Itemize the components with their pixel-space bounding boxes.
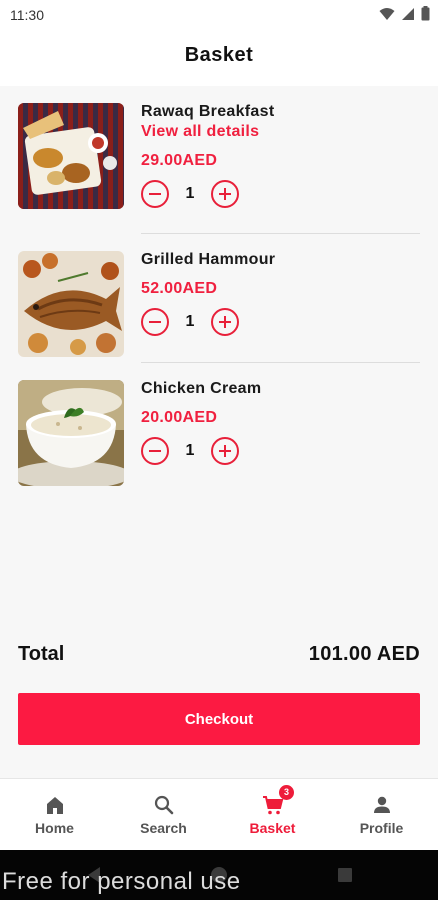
- increase-button[interactable]: [211, 180, 239, 208]
- item-image-fish[interactable]: [18, 251, 124, 357]
- basket-item: Chicken Cream 20.00AED 1: [0, 363, 438, 491]
- total-label: Total: [18, 643, 65, 665]
- item-name: Grilled Hammour: [141, 251, 276, 268]
- decrease-button[interactable]: [141, 308, 169, 336]
- signal-icon: [402, 7, 414, 20]
- bottom-nav: Home Search 3 Basket Profile: [0, 778, 438, 851]
- basket-item: Rawaq Breakfast View all details 29.00AE…: [0, 86, 438, 214]
- nav-label-profile: Profile: [359, 820, 404, 836]
- recents-icon[interactable]: [337, 867, 353, 883]
- nav-item-home[interactable]: Home: [0, 779, 109, 851]
- quantity-value: 1: [185, 313, 195, 330]
- status-time: 11:30: [10, 7, 44, 23]
- quantity-value: 1: [185, 442, 195, 459]
- total-value: 101.00 AED: [308, 643, 420, 665]
- item-price: 52.00AED: [141, 280, 218, 297]
- quantity-stepper: 1: [141, 308, 239, 336]
- item-price: 20.00AED: [141, 409, 218, 426]
- nav-item-search[interactable]: Search: [109, 779, 218, 851]
- increase-button[interactable]: [211, 437, 239, 465]
- person-icon: [373, 796, 390, 813]
- nav-label-home: Home: [35, 820, 74, 836]
- quantity-stepper: 1: [141, 180, 239, 208]
- minus-icon: [149, 450, 161, 452]
- item-image-breakfast[interactable]: [18, 103, 124, 209]
- watermark-text: Free for personal use: [2, 868, 241, 895]
- nav-item-basket[interactable]: 3 Basket: [218, 779, 327, 851]
- nav-label-basket: Basket: [249, 820, 296, 836]
- cart-count-badge: 3: [279, 785, 294, 800]
- app-header: Basket: [0, 30, 438, 86]
- status-icons: [379, 6, 430, 21]
- battery-icon: [421, 6, 430, 21]
- minus-icon: [149, 193, 161, 195]
- decrease-button[interactable]: [141, 180, 169, 208]
- quantity-value: 1: [185, 185, 195, 202]
- item-name: Rawaq Breakfast: [141, 103, 275, 120]
- nav-label-search: Search: [140, 820, 187, 836]
- checkout-button[interactable]: Checkout: [18, 693, 420, 745]
- quantity-stepper: 1: [141, 437, 239, 465]
- view-details-link[interactable]: View all details: [141, 123, 259, 141]
- home-icon: [46, 797, 63, 814]
- item-name: Chicken Cream: [141, 380, 262, 397]
- increase-button[interactable]: [211, 308, 239, 336]
- status-bar: 11:30: [0, 0, 438, 30]
- item-price: 29.00AED: [141, 152, 218, 169]
- search-icon: [154, 795, 173, 815]
- page-title: Basket: [184, 44, 254, 66]
- nav-item-profile[interactable]: Profile: [327, 779, 436, 851]
- decrease-button[interactable]: [141, 437, 169, 465]
- minus-icon: [149, 321, 161, 323]
- wifi-icon: [379, 7, 395, 20]
- item-image-soup[interactable]: [18, 380, 124, 486]
- basket-item: Grilled Hammour 52.00AED 1: [0, 234, 438, 362]
